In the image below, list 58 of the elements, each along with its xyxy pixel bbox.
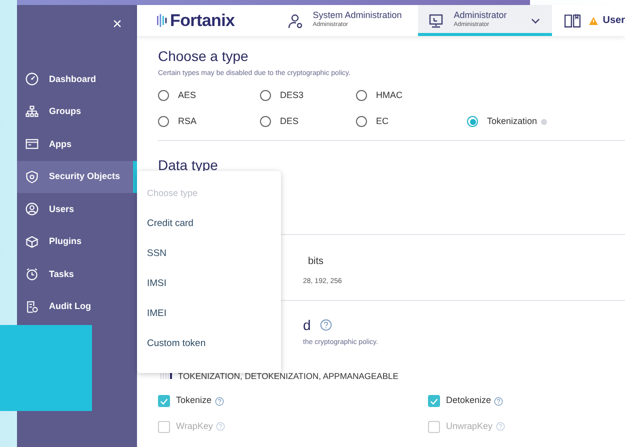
- close-button[interactable]: ×: [110, 17, 125, 33]
- person-gear-icon: [286, 12, 303, 28]
- sidebar-item[interactable]: Security Objects: [17, 160, 137, 193]
- dropdown-option[interactable]: Credit card: [137, 217, 281, 247]
- book-icon[interactable]: [564, 13, 581, 28]
- help-icon[interactable]: [494, 396, 504, 406]
- radio-option[interactable]: Tokenization: [467, 112, 567, 130]
- checkbox[interactable]: [428, 395, 440, 407]
- checkbox-option[interactable]: Tokenize: [158, 394, 428, 408]
- radio-button[interactable]: [260, 90, 271, 101]
- help-icon[interactable]: [214, 396, 224, 406]
- radio-button[interactable]: [158, 90, 169, 101]
- dropdown-option[interactable]: IMSI: [137, 277, 281, 307]
- radio-button[interactable]: [467, 116, 478, 127]
- chevron-down-icon: [530, 18, 540, 24]
- dropdown-option[interactable]: SSN: [137, 247, 281, 277]
- gauge-icon: [25, 72, 39, 86]
- radio-option[interactable]: HMAC: [356, 86, 467, 104]
- dropdown-option[interactable]: Custom token: [137, 337, 281, 367]
- logo-icon: [157, 14, 168, 27]
- help-icon[interactable]: [320, 319, 332, 331]
- shield-icon: [25, 170, 39, 184]
- dropdown-option[interactable]: IMEI: [137, 307, 281, 337]
- sidebar-item[interactable]: Apps: [17, 128, 137, 160]
- logo-text: Fortanix: [170, 10, 235, 32]
- radio-option[interactable]: EC: [356, 112, 467, 130]
- sidebar-item[interactable]: Dashboard: [17, 63, 137, 96]
- sidebar-item[interactable]: Users: [17, 193, 137, 226]
- radio-button[interactable]: [260, 116, 271, 127]
- radio-button[interactable]: [356, 116, 367, 127]
- box-icon: [25, 234, 39, 249]
- user-icon: [25, 202, 39, 216]
- radio-button[interactable]: [356, 90, 367, 101]
- info-icon[interactable]: [541, 118, 548, 124]
- hierarchy-icon: [25, 104, 39, 119]
- window-icon: [25, 137, 39, 152]
- alarm-clock-icon: [25, 267, 39, 282]
- radio-option[interactable]: RSA: [158, 112, 260, 130]
- unit-label: bits: [308, 256, 324, 266]
- checkbox-option[interactable]: Detokenize: [428, 394, 578, 408]
- permissions-text: TOKENIZATION, DETOKENIZATION, APPMANAGEABLE: [178, 370, 398, 382]
- dropdown-hint-option: Choose type: [137, 187, 281, 217]
- radio-option[interactable]: AES: [158, 86, 260, 104]
- sidebar-item[interactable]: Groups: [17, 96, 137, 128]
- document-icon: [25, 300, 39, 314]
- sidebar-item[interactable]: Plugins: [17, 226, 137, 258]
- checkbox[interactable]: [158, 395, 170, 407]
- monitor-icon: [428, 12, 444, 28]
- radio-option[interactable]: DES3: [260, 86, 356, 104]
- warning-icon: [588, 16, 598, 24]
- sidebar-item[interactable]: Audit Log: [17, 290, 137, 323]
- radio-option[interactable]: DES: [260, 112, 356, 130]
- user-name[interactable]: User: [602, 13, 625, 28]
- radio-button[interactable]: [158, 116, 169, 127]
- section-title: Choose a type: [158, 47, 250, 65]
- permissions-icon: [160, 372, 172, 379]
- sidebar-item[interactable]: Tasks: [17, 258, 137, 290]
- section-title: d: [303, 316, 311, 334]
